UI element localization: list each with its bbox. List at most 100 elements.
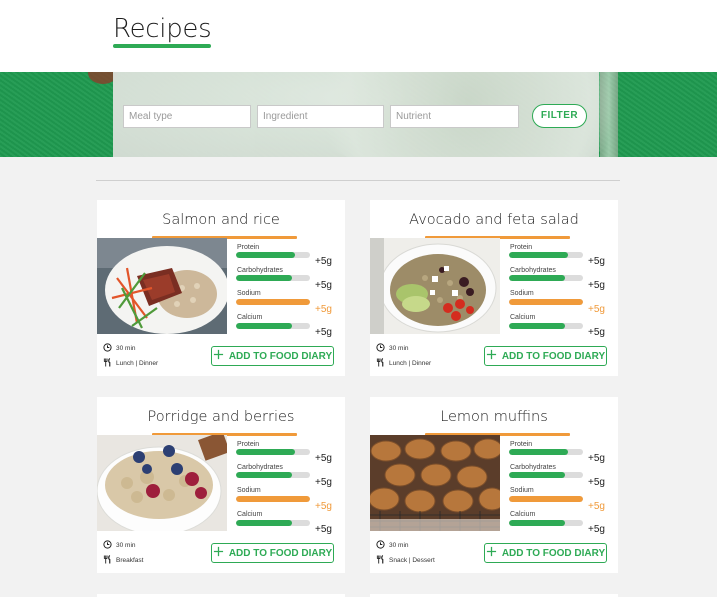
nutrient-bar-fill — [236, 520, 292, 526]
nutrient-bar-sodium — [509, 496, 583, 502]
nutrient-value-calcium: +5g — [315, 327, 332, 338]
nutrient-value-sodium: +5g — [588, 304, 605, 315]
page-title: Recipes — [113, 14, 212, 44]
recipe-title[interactable]: Lemon muffins — [370, 409, 618, 425]
nutrient-input[interactable] — [390, 105, 519, 128]
nutrient-bar-fill — [236, 299, 310, 305]
meal-categories-text: Snack | Dessert — [389, 557, 435, 564]
nutrient-bar-fill — [236, 496, 310, 502]
nutrient-value-protein: +5g — [588, 453, 605, 464]
plus-icon — [213, 349, 224, 363]
meal-categories: Breakfast — [103, 555, 143, 566]
nutrient-bar-protein — [236, 449, 310, 455]
nutrient-bar-sodium — [509, 299, 583, 305]
nutrient-bar-fill — [509, 275, 565, 281]
filter-button[interactable]: FILTER — [532, 104, 587, 128]
recipe-title[interactable]: Salmon and rice — [97, 212, 345, 228]
add-to-food-diary-label: ADD TO FOOD DIARY — [228, 350, 333, 362]
avocado-feta-salad-photo[interactable] — [370, 238, 500, 334]
nutrient-bar-fill — [509, 496, 583, 502]
recipe-card[interactable]: Porridge and berries Protein +5g Carbohydr… — [97, 397, 345, 573]
nutrient-value-carbohydrates: +5g — [588, 280, 605, 291]
meal-type-input[interactable] — [123, 105, 251, 128]
nutrient-label-sodium: Sodium — [237, 487, 261, 494]
nutrient-bar-fill — [236, 252, 296, 258]
nutrient-bar-carbohydrates — [236, 275, 310, 281]
prep-time: 30 min — [103, 540, 136, 551]
clock-icon — [103, 540, 112, 551]
add-to-food-diary-label: ADD TO FOOD DIARY — [501, 547, 606, 559]
meal-categories: Lunch | Dinner — [376, 358, 431, 369]
nutrient-label-sodium: Sodium — [510, 487, 534, 494]
clock-icon — [376, 540, 385, 551]
nutrient-value-sodium: +5g — [315, 501, 332, 512]
nutrient-value-sodium: +5g — [588, 501, 605, 512]
banner-fork-image — [600, 72, 618, 157]
nutrient-label-sodium: Sodium — [510, 290, 534, 297]
nutrient-bar-fill — [236, 449, 296, 455]
nutrient-value-calcium: +5g — [588, 327, 605, 338]
nutrient-label-calcium: Calcium — [510, 511, 536, 518]
salmon-rice-photo[interactable] — [97, 238, 227, 334]
title-underline — [113, 44, 211, 48]
cutlery-icon — [376, 555, 385, 566]
clock-icon — [376, 343, 385, 354]
nutrient-label-calcium: Calcium — [510, 314, 536, 321]
prep-time-text: 30 min — [116, 542, 136, 549]
nutrient-bar-sodium — [236, 496, 310, 502]
nutrient-bar-calcium — [236, 323, 310, 329]
nutrient-value-sodium: +5g — [315, 304, 332, 315]
nutrient-bar-fill — [509, 520, 565, 526]
nutrient-label-protein: Protein — [237, 244, 260, 251]
nutrient-bar-carbohydrates — [509, 275, 583, 281]
nutrient-value-carbohydrates: +5g — [315, 280, 332, 291]
recipe-card[interactable]: Avocado and feta salad Protein +5g Carbohy… — [370, 200, 618, 376]
nutrient-bar-fill — [236, 323, 292, 329]
nutrient-label-protein: Protein — [510, 244, 533, 251]
nutrient-bar-fill — [509, 323, 565, 329]
add-to-food-diary-button[interactable]: ADD TO FOOD DIARY — [484, 346, 607, 366]
nutrient-value-protein: +5g — [315, 256, 332, 267]
cutlery-icon — [103, 358, 112, 369]
nutrient-bar-fill — [236, 472, 292, 478]
add-to-food-diary-button[interactable]: ADD TO FOOD DIARY — [211, 346, 334, 366]
prep-time: 30 min — [103, 343, 136, 354]
meal-categories: Lunch | Dinner — [103, 358, 158, 369]
nutrient-value-protein: +5g — [588, 256, 605, 267]
nutrient-label-calcium: Calcium — [237, 314, 263, 321]
cutlery-icon — [103, 555, 112, 566]
prep-time: 30 min — [376, 540, 409, 551]
recipe-title[interactable]: Porridge and berries — [97, 409, 345, 425]
nutrient-bar-carbohydrates — [509, 472, 583, 478]
add-to-food-diary-button[interactable]: ADD TO FOOD DIARY — [211, 543, 334, 563]
nutrient-value-calcium: +5g — [315, 524, 332, 535]
recipe-title[interactable]: Avocado and feta salad — [370, 212, 618, 228]
nutrient-bar-protein — [509, 252, 583, 258]
nutrient-bar-calcium — [236, 520, 310, 526]
meal-categories-text: Breakfast — [116, 557, 144, 564]
recipe-card[interactable]: Salmon and rice Protein +5g Carbohydrates +… — [97, 200, 345, 376]
nutrient-bar-protein — [236, 252, 310, 258]
add-to-food-diary-button[interactable]: ADD TO FOOD DIARY — [484, 543, 607, 563]
recipe-card[interactable]: Lemon muffins Protein +5g Carbohydrates +5g… — [370, 397, 618, 573]
page-header: Recipes — [0, 0, 717, 72]
nutrient-value-protein: +5g — [315, 453, 332, 464]
lemon-muffins-photo[interactable] — [370, 435, 500, 531]
meal-categories-text: Lunch | Dinner — [116, 360, 159, 367]
meal-categories: Snack | Dessert — [376, 555, 435, 566]
nutrient-bar-fill — [509, 472, 565, 478]
add-to-food-diary-label: ADD TO FOOD DIARY — [501, 350, 606, 362]
porridge-berries-photo[interactable] — [97, 435, 227, 531]
section-divider — [96, 180, 620, 181]
nutrient-bar-sodium — [236, 299, 310, 305]
nutrient-label-carbohydrates: Carbohydrates — [510, 267, 556, 274]
ingredient-input[interactable] — [257, 105, 384, 128]
nutrient-label-carbohydrates: Carbohydrates — [237, 267, 283, 274]
nutrient-label-protein: Protein — [237, 441, 260, 448]
nutrient-bar-fill — [509, 299, 583, 305]
prep-time: 30 min — [376, 343, 409, 354]
nutrient-bar-fill — [509, 252, 569, 258]
clock-icon — [103, 343, 112, 354]
nutrient-bar-protein — [509, 449, 583, 455]
plus-icon — [486, 546, 497, 560]
